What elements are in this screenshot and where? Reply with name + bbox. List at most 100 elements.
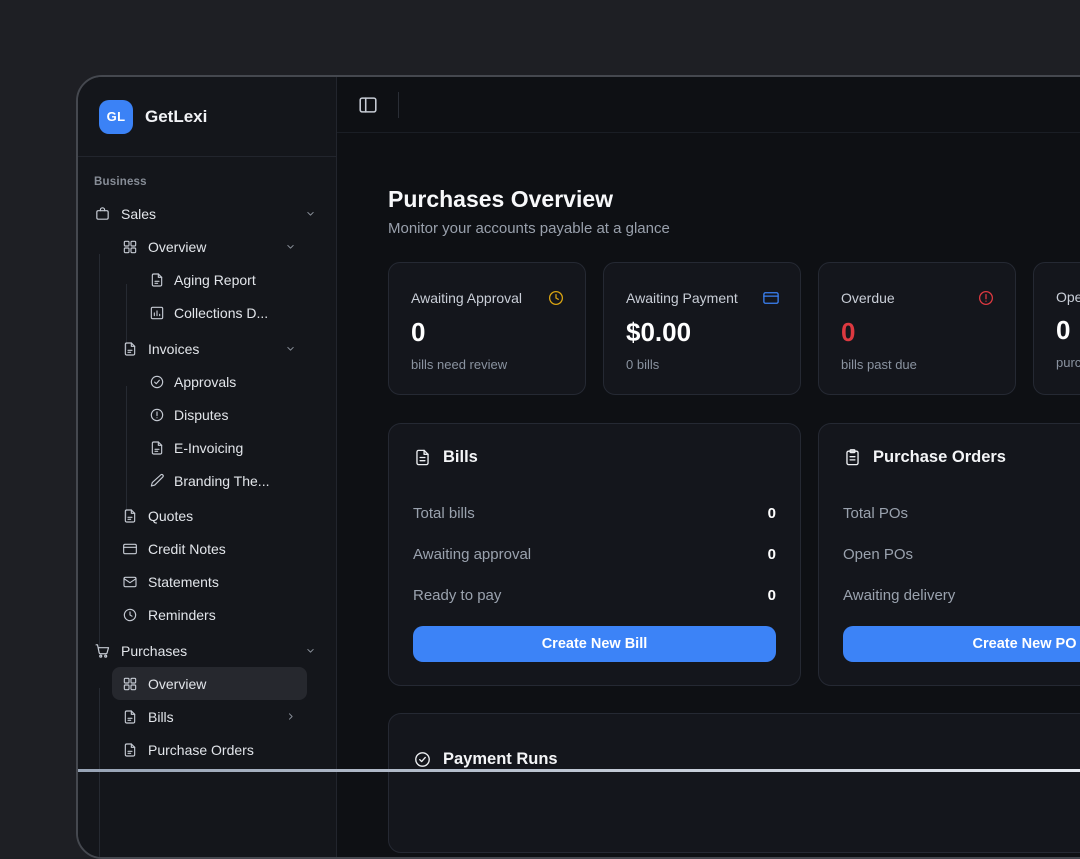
bag-icon [94,205,111,222]
row-label: Awaiting approval [413,546,531,563]
stat-card-overdue: Overdue 0 bills past due [818,262,1016,395]
mail-icon [122,574,138,590]
panel-row: Awaiting approval 0 [413,534,776,575]
brand-header: GL GetLexi [78,77,336,157]
sidebar-toggle-button[interactable] [356,93,380,117]
sidebar-item-purchase-orders[interactable]: Purchase Orders [112,733,307,766]
check-circle-icon [413,750,432,769]
stat-card-value: $0.00 [626,317,780,347]
sidebar-item-credit-notes[interactable]: Credit Notes [112,532,307,565]
stat-card-sub: 0 bills [626,357,780,372]
sidebar-item-bills[interactable]: Bills [112,700,307,733]
stat-cards-row: Awaiting Approval 0 bills need review Aw… [388,262,1080,395]
panel-row: Ready to pay 0 [413,575,776,616]
sidebar-item-branding-themes[interactable]: Branding The... [149,464,336,497]
create-new-bill-button[interactable]: Create New Bill [413,626,776,662]
bills-panel: Bills Total bills 0 Awaiting approval 0 … [388,423,801,686]
stat-card-label: Overdue [841,290,895,306]
stat-card-value: 0 [841,317,995,347]
tree-guide-sales [99,254,100,649]
sidebar-item-e-invoicing[interactable]: E-Invoicing [149,431,336,464]
clipboard-icon [843,448,862,467]
stat-card-sub: bills past due [841,357,995,372]
sidebar-item-label: Collections D... [174,305,268,321]
stat-card-sub: purchase orders [1056,355,1080,370]
sidebar-item-invoices[interactable]: Invoices [112,332,307,365]
alert-circle-icon [149,407,165,423]
row-label: Total POs [843,505,908,522]
chevron-right-icon [284,710,297,723]
row-label: Awaiting delivery [843,587,955,604]
brand-logo: GL [99,100,133,134]
row-label: Ready to pay [413,587,501,604]
screen: { "brand": { "initials": "GL", "name": "… [0,0,1080,772]
sidebar-item-sales-overview[interactable]: Overview [112,230,307,263]
sidebar-item-label: Purchases [121,643,187,659]
panel-row: Open POs [843,534,1080,575]
sidebar-item-label: E-Invoicing [174,440,243,456]
page-subtitle: Monitor your accounts payable at a glanc… [388,220,1080,238]
sidebar: GL GetLexi Business Sales Overview Aging [78,77,337,857]
clock-icon [547,289,565,307]
stat-card-value: 0 [1056,315,1080,345]
sidebar-item-quotes[interactable]: Quotes [112,499,307,532]
sidebar-item-label: Reminders [148,607,216,623]
sidebar-item-purchases-overview[interactable]: Overview [112,667,307,700]
file-icon [122,341,138,357]
summary-panels-row: Bills Total bills 0 Awaiting approval 0 … [388,423,1080,686]
sidebar-item-label: Bills [148,709,174,725]
sidebar-item-label: Overview [148,239,206,255]
panel-title: Payment Runs [443,750,558,769]
sidebar-item-label: Credit Notes [148,541,226,557]
check-circle-icon [149,374,165,390]
file-icon [149,272,165,288]
row-label: Total bills [413,505,475,522]
row-value: 0 [768,587,776,604]
nav-section-label: Business [94,176,336,188]
purchase-orders-panel: Purchase Orders Total POs Open POs Await… [818,423,1080,686]
sidebar-item-sales[interactable]: Sales [78,197,336,230]
sidebar-item-label: Purchase Orders [148,742,254,758]
alert-circle-icon [977,289,995,307]
file-icon [149,440,165,456]
sidebar-item-aging-report[interactable]: Aging Report [149,263,336,296]
app-window: GL GetLexi Business Sales Overview Aging [76,75,1080,859]
stat-card-awaiting-approval: Awaiting Approval 0 bills need review [388,262,586,395]
sidebar-item-purchases[interactable]: Purchases [78,634,336,667]
sidebar-nav: Business Sales Overview Aging Report Col… [78,176,336,766]
stat-card-label: Awaiting Approval [411,290,522,306]
panel-left-icon [357,94,379,116]
stat-card-sub: bills need review [411,357,565,372]
create-new-po-button[interactable]: Create New PO [843,626,1080,662]
file-icon [122,709,138,725]
sidebar-item-label: Invoices [148,341,199,357]
panel-row: Total bills 0 [413,493,776,534]
cart-icon [94,642,111,659]
sidebar-item-collections-dashboard[interactable]: Collections D... [149,296,336,329]
file-text-icon [413,448,432,467]
panel-title: Purchase Orders [873,448,1006,467]
sidebar-item-label: Disputes [174,407,228,423]
sidebar-item-reminders[interactable]: Reminders [112,598,307,631]
panel-title: Bills [443,448,478,467]
sidebar-item-label: Quotes [148,508,193,524]
chevron-down-icon [304,207,317,220]
panel-row: Total POs [843,493,1080,534]
stat-card-value: 0 [411,317,565,347]
pen-icon [149,473,165,489]
sidebar-item-disputes[interactable]: Disputes [149,398,336,431]
stat-card-label: Open POs [1056,289,1080,305]
sidebar-item-approvals[interactable]: Approvals [149,365,336,398]
sidebar-item-statements[interactable]: Statements [112,565,307,598]
tree-guide-purchases [99,688,100,859]
sidebar-item-label: Branding The... [174,473,269,489]
credit-card-icon [122,541,138,557]
topbar [337,77,1080,133]
clock-icon [122,607,138,623]
row-label: Open POs [843,546,913,563]
stat-card-label: Awaiting Payment [626,290,738,306]
sidebar-item-label: Aging Report [174,272,256,288]
main-area: Purchases Overview Monitor your accounts… [337,77,1080,857]
file-icon [122,508,138,524]
sidebar-item-label: Overview [148,676,206,692]
